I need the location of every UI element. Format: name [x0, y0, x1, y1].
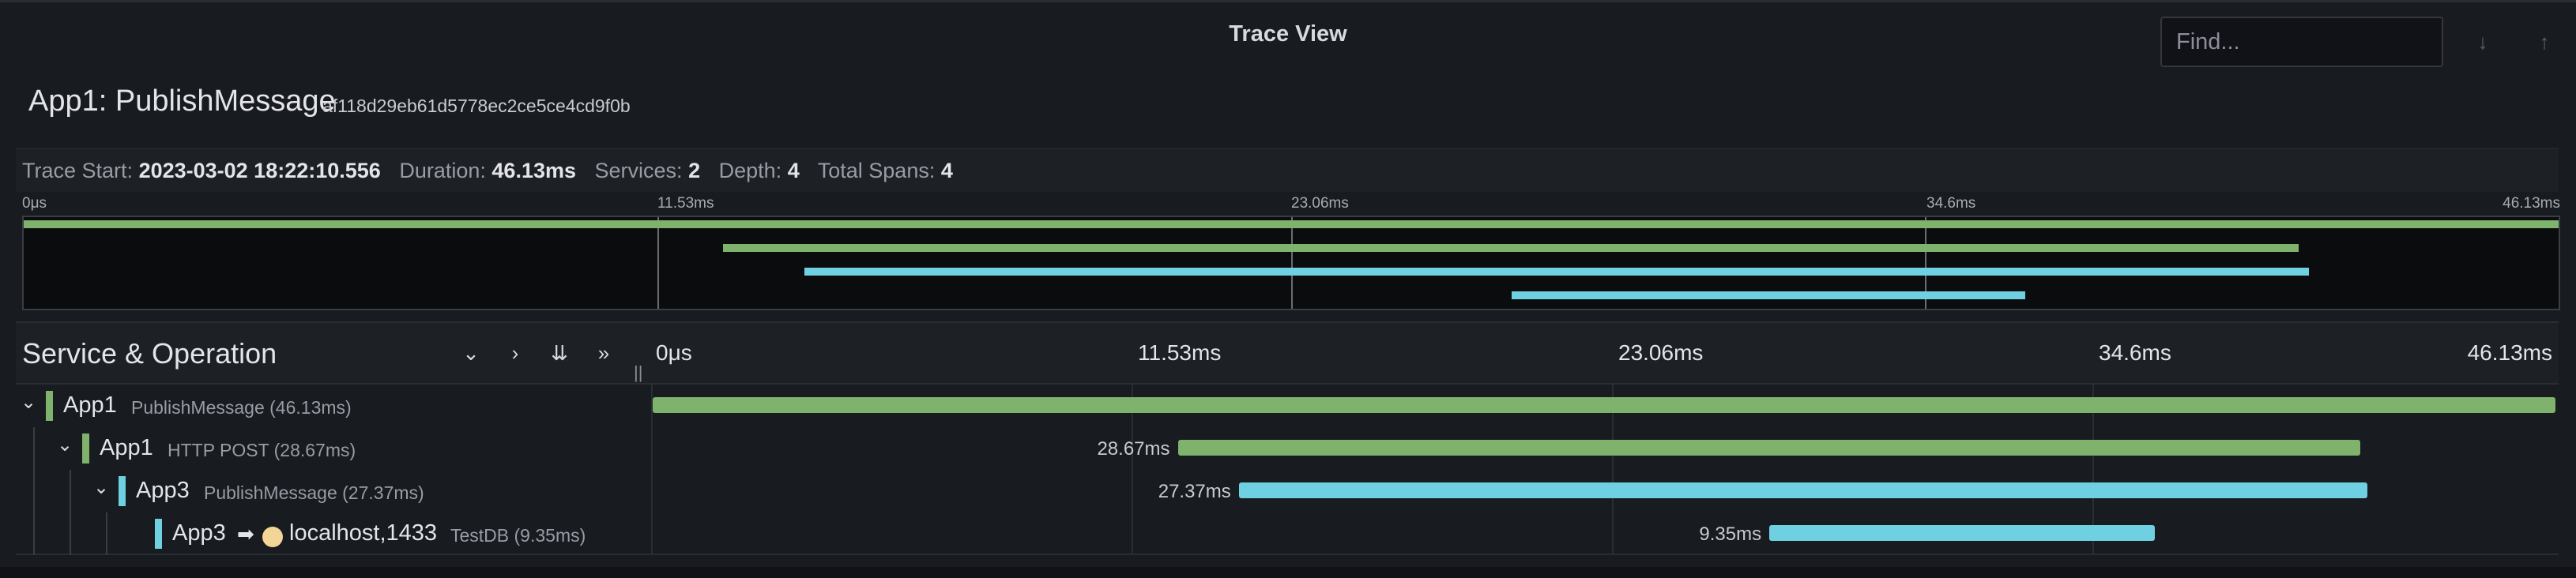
- timeline-tick-label: 46.13ms: [2467, 340, 2552, 365]
- service-color-bar: [119, 476, 126, 506]
- previous-match-button[interactable]: ↑: [2514, 17, 2574, 67]
- timeline-header: Service & Operation ⌄ › ⇊ » || 0μs 11.53…: [16, 321, 2559, 385]
- service-operation-header: Service & Operation: [22, 337, 277, 370]
- collapse-one-button[interactable]: ⌄: [454, 337, 488, 369]
- peer-address: localhost,1433: [289, 520, 438, 546]
- minimap-tick-label: 23.06ms: [1291, 195, 1349, 212]
- minimap-grid-line: [1291, 217, 1293, 309]
- depth-value: 4: [787, 159, 800, 182]
- operation-name: PublishMessage (27.37ms): [204, 482, 424, 503]
- trace-id: af118d29eb61d5778ec2ce5ce4cd9f0b: [322, 96, 631, 116]
- timeline-tick-label: 0μs: [656, 340, 692, 365]
- minimap-tick-label: 11.53ms: [657, 195, 714, 212]
- duration-value: 46.13ms: [491, 159, 576, 182]
- bottom-strip: [0, 567, 2576, 578]
- span-duration-label: 9.35ms: [1699, 524, 1762, 545]
- operation-name: PublishMessage (46.13ms): [131, 397, 352, 418]
- service-name: App1: [63, 392, 117, 418]
- chevron-down-icon: ⌄: [462, 340, 480, 365]
- service-name: App3: [136, 478, 190, 503]
- service-color-bar: [155, 519, 162, 549]
- column-resizer-handle[interactable]: ||: [634, 362, 642, 383]
- double-chevron-right-icon: »: [597, 340, 610, 365]
- expand-all-button[interactable]: »: [586, 337, 621, 369]
- collapse-all-button[interactable]: ⇊: [542, 337, 577, 369]
- find-input[interactable]: [2160, 17, 2443, 67]
- minimap-ticks: 0μs 11.53ms 23.06ms 34.6ms 46.13ms: [22, 195, 2560, 214]
- services-label: Services:: [594, 159, 683, 182]
- minimap-tick-label: 34.6ms: [1926, 195, 1976, 212]
- service-name: App1: [100, 435, 153, 460]
- arrow-down-icon: ↓: [2477, 29, 2488, 54]
- service-color-bar: [82, 434, 89, 464]
- span-duration-label: 27.37ms: [1158, 481, 1231, 502]
- indent-guide: [33, 470, 35, 512]
- next-match-button[interactable]: ↓: [2453, 17, 2513, 67]
- total-spans-label: Total Spans:: [817, 159, 936, 182]
- minimap-tick-label: 0μs: [22, 195, 47, 212]
- indent-guide: [33, 427, 35, 470]
- span-rows: ⌄ App1 PublishMessage (46.13ms) ⌄ App1 H…: [16, 385, 2559, 555]
- expand-one-button[interactable]: ›: [498, 337, 533, 369]
- arrow-right-icon: ➡: [237, 522, 254, 546]
- minimap-grid-line: [657, 217, 659, 309]
- service-color-bar: [46, 391, 53, 421]
- trace-title: App1: PublishMessage: [28, 84, 336, 118]
- duration-label: Duration:: [399, 159, 486, 182]
- trace-start-value: 2023-03-02 18:22:10.556: [138, 159, 381, 182]
- trace-minimap[interactable]: [22, 216, 2560, 310]
- operation-name: HTTP POST (28.67ms): [168, 440, 356, 460]
- indent-guide: [70, 470, 71, 512]
- span-duration-label: 28.67ms: [1097, 438, 1170, 460]
- indent-guide: [70, 512, 71, 555]
- total-spans-value: 4: [940, 159, 953, 182]
- trace-stats-bar: Trace Start: 2023-03-02 18:22:10.556 Dur…: [16, 148, 2559, 192]
- double-chevron-down-icon: ⇊: [551, 340, 568, 365]
- span-bar[interactable]: [1177, 440, 2361, 456]
- span-row[interactable]: ⌄ App3 PublishMessage (27.37ms) 27.37ms: [16, 470, 2559, 512]
- chevron-down-icon[interactable]: ⌄: [57, 434, 73, 456]
- span-bar[interactable]: [653, 397, 2555, 413]
- chevron-down-icon[interactable]: ⌄: [21, 391, 36, 414]
- indent-guide: [106, 512, 107, 555]
- indent-guide: [33, 512, 35, 555]
- operation-name: TestDB (9.35ms): [450, 525, 586, 546]
- depth-label: Depth:: [718, 159, 782, 182]
- timeline-tick-label: 34.6ms: [2099, 340, 2171, 365]
- services-value: 2: [688, 159, 701, 182]
- arrow-up-icon: ↑: [2539, 29, 2550, 54]
- minimap-span-bar: [1511, 291, 2025, 299]
- minimap-span-bar: [804, 268, 2309, 276]
- span-bar[interactable]: [1238, 482, 2368, 498]
- minimap-tick-label: 46.13ms: [2503, 195, 2560, 212]
- minimap-span-bar: [24, 220, 2559, 228]
- span-row[interactable]: ⌄ App1 PublishMessage (46.13ms): [16, 385, 2559, 427]
- timeline-tick-label: 23.06ms: [1618, 340, 1704, 365]
- chevron-down-icon[interactable]: ⌄: [93, 476, 109, 499]
- span-bar[interactable]: [1769, 525, 2156, 541]
- chevron-right-icon: ›: [511, 340, 519, 365]
- trace-start-label: Trace Start:: [22, 159, 134, 182]
- trace-view-panel: Trace View ↓ ↑ App1: PublishMessage af11…: [0, 0, 2576, 569]
- span-row[interactable]: App3 ➡ localhost,1433 TestDB (9.35ms) 9.…: [16, 512, 2559, 555]
- minimap-span-bar: [723, 244, 2299, 252]
- service-name: App3: [172, 520, 226, 546]
- timeline-tick-label: 11.53ms: [1138, 340, 1222, 365]
- span-row[interactable]: ⌄ App1 HTTP POST (28.67ms) 28.67ms: [16, 427, 2559, 470]
- database-icon: [262, 527, 283, 547]
